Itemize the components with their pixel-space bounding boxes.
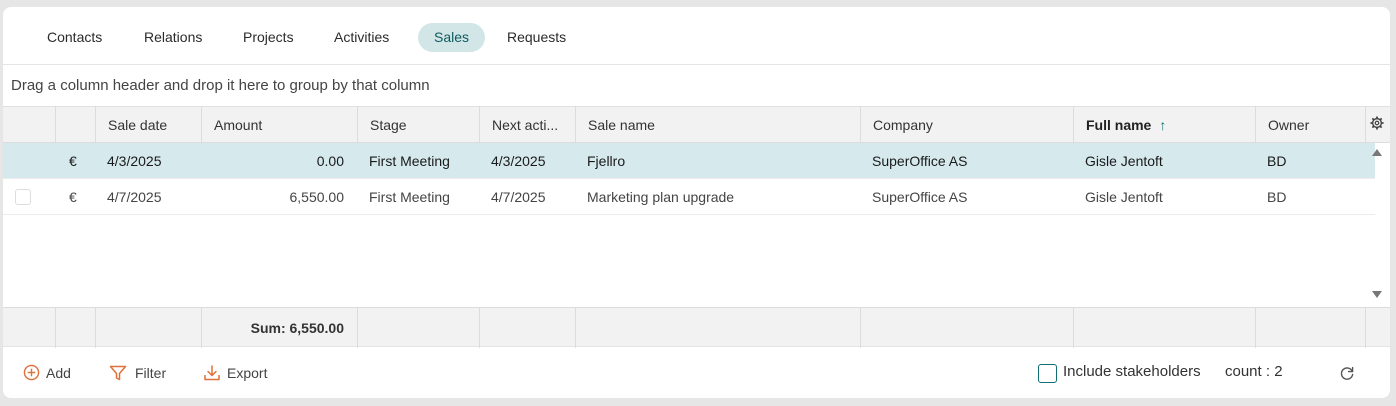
add-icon <box>23 364 40 381</box>
cell-amount: 0.00 <box>316 153 344 169</box>
add-button[interactable]: Add <box>23 363 83 383</box>
cell-next-activity: 4/7/2025 <box>491 189 546 205</box>
filter-label: Filter <box>135 365 167 381</box>
footer-cell <box>479 308 575 348</box>
footer-cell <box>357 308 479 348</box>
cell-full-name[interactable]: Gisle Jentoft <box>1085 179 1163 215</box>
add-label: Add <box>46 365 71 381</box>
tab-activities[interactable]: Activities <box>318 23 405 52</box>
footer-cell <box>575 308 860 348</box>
sort-ascending-icon: ↑ <box>1159 117 1167 133</box>
gear-icon[interactable] <box>1370 116 1384 130</box>
footer-cell <box>55 308 95 348</box>
filter-button[interactable]: Filter <box>109 363 179 383</box>
cell-company[interactable]: SuperOffice AS <box>872 179 967 215</box>
tab-requests[interactable]: Requests <box>491 23 582 52</box>
header-owner[interactable]: Owner <box>1255 107 1365 143</box>
amount-sum: Sum: 6,550.00 <box>250 320 344 336</box>
header-currency-column[interactable] <box>55 107 95 143</box>
cell-owner: BD <box>1267 153 1287 169</box>
group-drop-zone[interactable]: Drag a column header and drop it here to… <box>3 65 1390 107</box>
grid-footer: Sum: 6,550.00 <box>3 307 1390 348</box>
tab-bar: Contacts Relations Projects Activities S… <box>3 7 1390 65</box>
cell-sale-date: 4/7/2025 <box>107 189 162 205</box>
include-stakeholders-label[interactable]: Include stakeholders <box>1063 363 1201 380</box>
currency-symbol: € <box>69 189 77 205</box>
refresh-icon[interactable] <box>1339 365 1355 381</box>
cell-amount: 6,550.00 <box>289 189 345 205</box>
tab-relations[interactable]: Relations <box>128 23 218 52</box>
cell-full-name[interactable]: Gisle Jentoft <box>1085 143 1163 179</box>
header-select-column[interactable] <box>3 107 55 143</box>
download-icon <box>204 365 220 381</box>
currency-symbol: € <box>69 153 77 169</box>
header-sale-name[interactable]: Sale name <box>575 107 860 143</box>
footer-cell <box>95 308 201 348</box>
scroll-up-arrow-icon[interactable] <box>1372 149 1382 156</box>
record-count: count : 2 <box>1225 363 1283 380</box>
tab-sales[interactable]: Sales <box>418 23 486 52</box>
cell-next-activity: 4/3/2025 <box>491 153 546 169</box>
cell-stage: First Meeting <box>369 189 450 205</box>
row-checkbox[interactable] <box>15 189 31 205</box>
table-row[interactable]: € 4/3/2025 0.00 First Meeting 4/3/2025 F… <box>3 143 1375 179</box>
scroll-down-arrow-icon[interactable] <box>1372 291 1382 298</box>
grid-header: Sale date Amount Stage Next acti... Sale… <box>3 107 1390 143</box>
tab-projects[interactable]: Projects <box>227 23 310 52</box>
footer-cell <box>1255 308 1365 348</box>
header-company[interactable]: Company <box>860 107 1073 143</box>
cell-sale-name[interactable]: Fjellro <box>587 143 625 179</box>
header-sale-date[interactable]: Sale date <box>95 107 201 143</box>
header-amount[interactable]: Amount <box>201 107 357 143</box>
header-full-name-label: Full name <box>1086 117 1152 133</box>
table-row[interactable]: € 4/7/2025 6,550.00 First Meeting 4/7/20… <box>3 179 1375 215</box>
export-label: Export <box>227 365 268 381</box>
filter-icon <box>109 365 127 381</box>
cell-stage: First Meeting <box>369 153 450 169</box>
tab-contacts[interactable]: Contacts <box>31 23 118 52</box>
footer-cell <box>1365 308 1390 348</box>
header-full-name[interactable]: Full name ↑ <box>1073 107 1255 143</box>
footer-cell <box>1073 308 1255 348</box>
sales-panel: Contacts Relations Projects Activities S… <box>3 7 1390 398</box>
cell-sale-name[interactable]: Marketing plan upgrade <box>587 179 734 215</box>
header-stage[interactable]: Stage <box>357 107 479 143</box>
include-stakeholders-checkbox[interactable] <box>1038 364 1057 383</box>
header-settings-column <box>1365 107 1390 143</box>
header-next-activity[interactable]: Next acti... <box>479 107 575 143</box>
cell-company[interactable]: SuperOffice AS <box>872 143 967 179</box>
cell-sale-date: 4/3/2025 <box>107 153 162 169</box>
bottom-toolbar: Add Filter Export Include stakeholders c… <box>3 347 1390 398</box>
footer-cell <box>860 308 1073 348</box>
export-button[interactable]: Export <box>203 363 283 383</box>
cell-owner: BD <box>1267 189 1287 205</box>
